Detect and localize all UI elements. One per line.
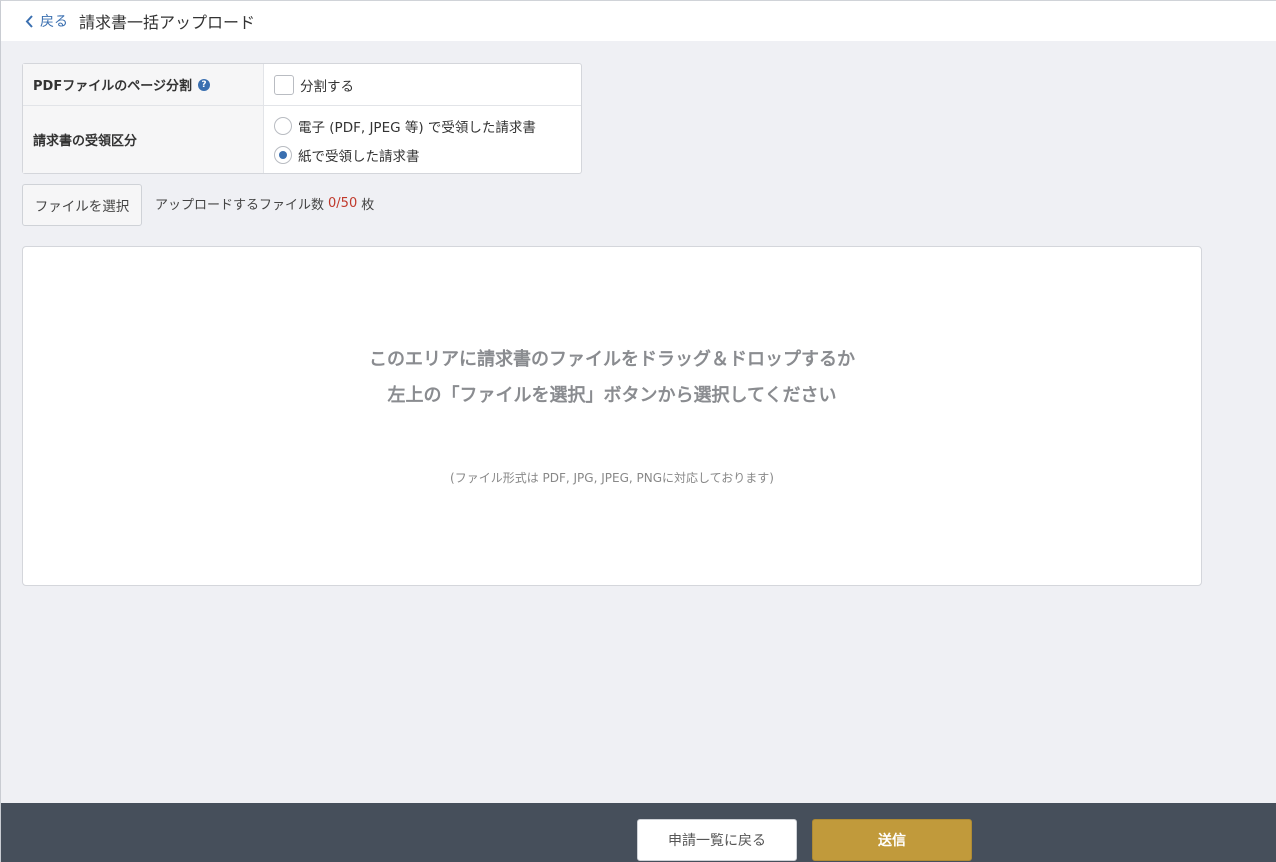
back-to-list-button[interactable]: 申請一覧に戻る [637,819,797,861]
footer-bar: 申請一覧に戻る 送信 [1,803,1276,862]
back-link[interactable]: 戻る [25,11,68,31]
page: 戻る 請求書一括アップロード PDFファイルのページ分割 ? 分割する 請求書の… [0,0,1276,862]
drop-zone-format-note: (ファイル形式は PDF, JPG, JPEG, PNGに対応しております) [450,471,774,485]
split-setting-row: PDFファイルのページ分割 ? 分割する [23,64,581,106]
help-icon[interactable]: ? [197,78,210,91]
chevron-left-icon [25,14,33,28]
receipt-type-row: 請求書の受領区分 電子 (PDF, JPEG 等) で受領した請求書 紙で受領し… [23,106,581,173]
drop-zone-instruction-2: 左上の「ファイルを選択」ボタンから選択してください [387,385,837,406]
split-setting-label-cell: PDFファイルのページ分割 ? [23,64,264,105]
page-header: 戻る 請求書一括アップロード [1,1,1276,41]
split-checkbox-label: 分割する [300,79,354,95]
upload-settings-table: PDFファイルのページ分割 ? 分割する 請求書の受領区分 電子 (PDF, J… [22,63,582,174]
send-button[interactable]: 送信 [812,819,972,861]
receipt-type-label-cell: 請求書の受領区分 [23,106,264,173]
radio-paper[interactable] [274,145,292,164]
split-setting-value-cell: 分割する [264,64,581,105]
radio-paper-label: 紙で受領した請求書 [298,148,420,165]
split-checkbox-option[interactable]: 分割する [274,64,581,106]
receipt-type-electronic-option[interactable]: 電子 (PDF, JPEG 等) で受領した請求書 [274,111,581,140]
file-count-value: 0/50 [328,196,358,211]
radio-electronic[interactable] [274,116,292,135]
file-drop-zone[interactable]: このエリアに請求書のファイルをドラッグ＆ドロップするか 左上の「ファイルを選択」… [22,246,1202,586]
drop-zone-instruction-1: このエリアに請求書のファイルをドラッグ＆ドロップするか [369,349,855,370]
radio-electronic-label: 電子 (PDF, JPEG 等) で受領した請求書 [298,119,536,136]
split-checkbox[interactable] [274,75,294,95]
receipt-type-paper-option[interactable]: 紙で受領した請求書 [274,140,581,169]
page-title: 請求書一括アップロード [79,13,256,32]
file-count-suffix: 枚 [361,198,375,213]
receipt-type-label: 請求書の受領区分 [33,134,138,149]
file-count-prefix: アップロードするファイル数 [155,198,325,213]
split-setting-label: PDFファイルのページ分割 [33,79,192,94]
receipt-type-radio-group: 電子 (PDF, JPEG 等) で受領した請求書 紙で受領した請求書 [264,106,581,173]
select-file-button[interactable]: ファイルを選択 [22,184,142,226]
back-link-label: 戻る [40,14,68,30]
file-count: アップロードするファイル数 0/50 枚 [155,194,374,213]
